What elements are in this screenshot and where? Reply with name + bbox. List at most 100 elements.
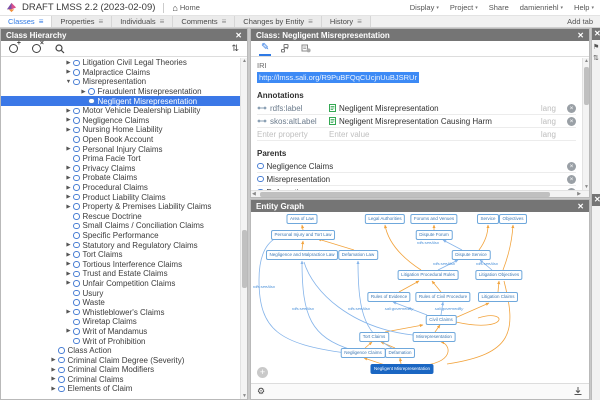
tree-item[interactable]: ▶Privacy Claims — [1, 164, 240, 174]
graph-node[interactable]: Objectives — [499, 214, 527, 224]
graph-node[interactable]: Negligence and Malpractice Law — [266, 250, 338, 260]
tree-item[interactable]: ▶Criminal Claims — [1, 375, 240, 385]
tree-item[interactable]: ▶Tort Claims — [1, 250, 240, 260]
scroll-left-icon[interactable]: ◀ — [252, 191, 256, 198]
tree-item[interactable]: ▶Whistleblower's Claims — [1, 307, 240, 317]
editor-scrollbar[interactable]: ▲ ▼ — [582, 58, 589, 190]
tab-menu-icon[interactable]: ≡ — [357, 17, 362, 26]
property-input[interactable]: Enter property — [257, 130, 329, 139]
close-icon[interactable]: ✕ — [235, 31, 242, 40]
graph-node[interactable]: Legal Authorities — [365, 214, 405, 224]
expand-icon[interactable]: ▶ — [49, 376, 58, 382]
expand-icon[interactable]: ▶ — [64, 60, 73, 66]
tree-item[interactable]: Usury — [1, 288, 240, 298]
download-icon[interactable] — [573, 386, 583, 398]
tree-item[interactable]: ▶Property & Premises Liability Claims — [1, 202, 240, 212]
graph-node[interactable]: Civil Claims — [426, 315, 457, 325]
create-class-icon[interactable]: + — [9, 44, 18, 53]
expand-icon[interactable]: ▶ — [64, 175, 73, 181]
remove-parent-button[interactable]: × — [567, 162, 576, 171]
tree-item[interactable]: Wiretap Claims — [1, 317, 240, 327]
tree-item[interactable]: ▶Probate Claims — [1, 173, 240, 183]
tree-item[interactable]: Writ of Prohibition — [1, 336, 240, 346]
tab-menu-icon[interactable]: ≡ — [222, 17, 227, 26]
settings-gear-icon[interactable]: ⚙ — [257, 386, 265, 397]
graph-node[interactable]: Rules of Evidence — [367, 292, 410, 302]
close-icon[interactable]: ✕ — [594, 195, 600, 204]
tree-item[interactable]: ▶Trust and Estate Claims — [1, 269, 240, 279]
tree-scrollbar[interactable]: ▲ ▼ — [240, 58, 247, 399]
discussions-icon[interactable] — [281, 44, 291, 53]
scroll-up-icon[interactable]: ▲ — [241, 58, 248, 64]
expand-icon[interactable]: ▶ — [64, 280, 73, 286]
graph-node[interactable]: Misrepresentation — [413, 332, 456, 342]
graph-node[interactable]: Forums and Venues — [410, 214, 457, 224]
history-icon[interactable] — [301, 44, 311, 53]
expand-icon[interactable]: ▶ — [64, 108, 73, 114]
tree-item[interactable]: ▶Criminal Claim Degree (Severity) — [1, 355, 240, 365]
tree-item[interactable]: ▶Motor Vehicle Dealership Liability — [1, 106, 240, 116]
graph-node[interactable]: Service — [477, 214, 499, 224]
expand-icon[interactable]: ▶ — [64, 242, 73, 248]
graph-node[interactable]: Personal Injury and Tort Law — [271, 230, 335, 240]
graph-node[interactable]: Dispute Forum — [416, 230, 453, 240]
flag-icon[interactable]: ⚑ — [592, 43, 600, 51]
delete-class-icon[interactable]: × — [32, 44, 41, 53]
iri-value[interactable]: http://lmss.sali.org/R9PuBFQqCUcjnUuBJSR… — [257, 72, 419, 83]
graph-node[interactable]: Defamation — [385, 348, 415, 358]
tree-item[interactable]: Negligent Misrepresentation — [1, 96, 240, 106]
tab-changes-by-entity[interactable]: Changes by Entity≡ — [235, 16, 322, 27]
entity-graph-canvas[interactable]: rdfs:seeAlsordfs:seeAlsordfs:seeAlsosali… — [251, 212, 589, 383]
remove-annotation-button[interactable]: × — [567, 117, 576, 126]
expand-icon[interactable]: ▶ — [64, 146, 73, 152]
lang-input[interactable]: lang — [534, 130, 560, 139]
graph-node[interactable]: Rules of Civil Procedure — [415, 292, 470, 302]
tree-item[interactable]: ▶Malpractice Claims — [1, 68, 240, 78]
tree-item[interactable]: ▶Product Liability Claims — [1, 192, 240, 202]
add-tab-button[interactable]: Add tab — [560, 16, 600, 27]
sort-icon[interactable]: ⇅ — [231, 43, 239, 54]
graph-node[interactable]: Negligence Claims — [341, 348, 386, 358]
tree-item[interactable]: ▶Fraudulent Misrepresentation — [1, 87, 240, 97]
tab-individuals[interactable]: Individuals≡ — [112, 16, 173, 27]
tab-menu-icon[interactable]: ≡ — [308, 17, 313, 26]
edit-icon[interactable]: ✎ — [259, 42, 271, 56]
tree-item[interactable]: ▶Litigation Civil Legal Theories — [1, 58, 240, 68]
tab-menu-icon[interactable]: ≡ — [39, 17, 44, 26]
tree-item[interactable]: ▶Procedural Claims — [1, 183, 240, 193]
annotation-value[interactable]: Negligent Misrepresentation — [339, 104, 439, 113]
tree-item[interactable]: ▶Criminal Claim Modifiers — [1, 365, 240, 375]
editor-hscrollbar[interactable]: ◀ ▶ — [251, 190, 589, 197]
expand-icon[interactable]: ▶ — [64, 117, 73, 123]
tree-item[interactable]: ▶Statutory and Regulatory Claims — [1, 240, 240, 250]
graph-node[interactable]: Litigation Objectives — [475, 270, 522, 280]
tab-properties[interactable]: Properties≡ — [52, 16, 112, 27]
scroll-right-icon[interactable]: ▶ — [577, 191, 581, 198]
collapse-icon[interactable]: ▼ — [64, 79, 73, 85]
scrollbar-thumb[interactable] — [260, 192, 550, 197]
home-button[interactable]: ⌂ Home — [172, 3, 199, 13]
tree-item[interactable]: ▶Tortious Interference Claims — [1, 259, 240, 269]
parent-class-label[interactable]: Misrepresentation — [267, 175, 331, 184]
lang-input[interactable]: lang — [534, 117, 560, 126]
tree-item[interactable]: ▼Misrepresentation — [1, 77, 240, 87]
tab-comments[interactable]: Comments≡ — [173, 16, 235, 27]
expand-icon[interactable]: ▶ — [64, 204, 73, 210]
graph-node[interactable]: Litigation Claims — [478, 292, 518, 302]
annotation-value[interactable]: Negligent Misrepresentation Causing Harm — [339, 117, 492, 126]
expand-icon[interactable]: ▶ — [79, 89, 88, 95]
close-icon[interactable]: ✕ — [577, 31, 584, 40]
scroll-up-icon[interactable]: ▲ — [583, 58, 590, 64]
zoom-in-button[interactable]: + — [257, 367, 268, 378]
tree-item[interactable]: ▶Writ of Mandamus — [1, 327, 240, 337]
scrollbar-thumb[interactable] — [242, 230, 247, 288]
close-icon[interactable]: ✕ — [577, 202, 584, 211]
graph-node-selected[interactable]: Negligent Misrepresentation — [370, 364, 433, 374]
expand-icon[interactable]: ▶ — [64, 127, 73, 133]
tree-item[interactable]: Open Book Account — [1, 135, 240, 145]
menu-user[interactable]: damienriehl▾ — [520, 3, 563, 12]
menu-help[interactable]: Help▾ — [574, 3, 594, 12]
search-icon[interactable] — [55, 44, 65, 54]
expand-icon[interactable]: ▶ — [64, 252, 73, 258]
expand-icon[interactable]: ▶ — [49, 386, 58, 392]
